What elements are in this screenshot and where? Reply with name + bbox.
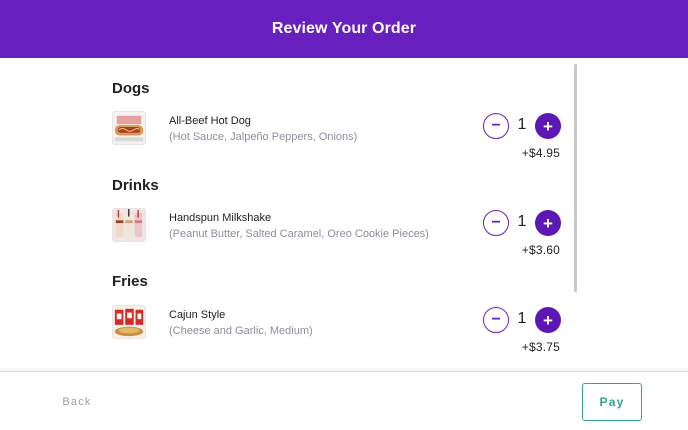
- header-bar: Review Your Order: [0, 0, 688, 58]
- decrease-quantity-button[interactable]: −: [483, 210, 509, 236]
- decrease-quantity-button[interactable]: −: [483, 307, 509, 333]
- pay-button[interactable]: Pay: [582, 383, 642, 421]
- order-item-fries: Cajun Style (Cheese and Garlic, Medium) …: [112, 305, 562, 365]
- increase-quantity-button[interactable]: +: [535, 210, 561, 236]
- hot-dog-thumbnail: [112, 111, 146, 145]
- plus-icon: +: [543, 213, 553, 233]
- plus-icon: +: [543, 310, 553, 330]
- milkshake-thumbnail: [112, 208, 146, 242]
- item-modifiers: (Hot Sauce, Jalpeño Peppers, Onions): [169, 131, 358, 143]
- order-list: Dogs All-Beef Hot Dog (Hot Sauce, Jalpeñ…: [0, 58, 688, 371]
- minus-icon: −: [491, 117, 501, 134]
- fries-thumbnail: [112, 305, 146, 339]
- item-price: +$4.95: [521, 146, 560, 160]
- increase-quantity-button[interactable]: +: [535, 113, 561, 139]
- increase-quantity-button[interactable]: +: [535, 307, 561, 333]
- item-name: Cajun Style: [169, 309, 226, 321]
- item-modifiers: (Peanut Butter, Salted Caramel, Oreo Coo…: [169, 228, 429, 240]
- order-item-milkshake: Handspun Milkshake (Peanut Butter, Salte…: [112, 208, 562, 268]
- minus-icon: −: [491, 311, 501, 328]
- order-item-hot-dog: All-Beef Hot Dog (Hot Sauce, Jalpeño Pep…: [112, 111, 562, 171]
- category-heading-dogs: Dogs: [112, 80, 150, 97]
- category-heading-fries: Fries: [112, 273, 148, 290]
- plus-icon: +: [543, 116, 553, 136]
- item-name: Handspun Milkshake: [169, 212, 272, 224]
- item-name: All-Beef Hot Dog: [169, 115, 251, 127]
- item-modifiers: (Cheese and Garlic, Medium): [169, 325, 313, 337]
- scrollbar[interactable]: [574, 64, 577, 292]
- decrease-quantity-button[interactable]: −: [483, 113, 509, 139]
- footer-bar: Back Pay: [0, 371, 688, 430]
- back-button[interactable]: Back: [46, 389, 108, 415]
- page-title: Review Your Order: [271, 20, 417, 37]
- item-price: +$3.75: [521, 340, 560, 354]
- minus-icon: −: [491, 214, 501, 231]
- item-price: +$3.60: [521, 243, 560, 257]
- category-heading-drinks: Drinks: [112, 177, 159, 194]
- quantity-value: 1: [517, 116, 527, 133]
- quantity-value: 1: [517, 213, 527, 230]
- quantity-value: 1: [517, 310, 527, 327]
